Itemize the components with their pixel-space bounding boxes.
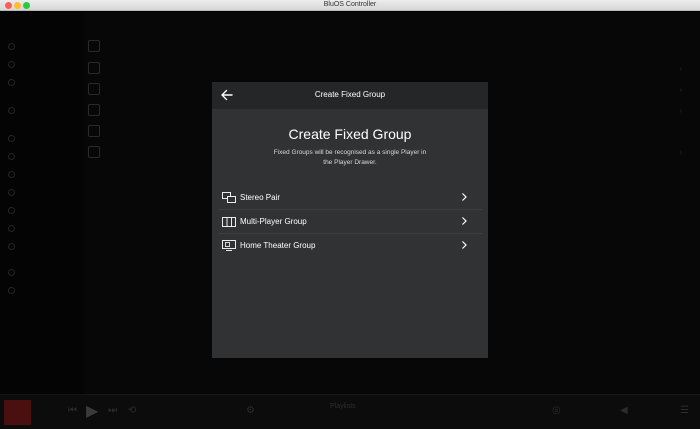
sidebar-item[interactable] (8, 266, 25, 278)
chevron-right-icon: › (679, 105, 682, 115)
queue-icon[interactable]: ☰ (680, 405, 689, 416)
chevron-right-icon: › (679, 147, 682, 157)
sidebar-item[interactable] (8, 132, 25, 144)
home-theater-icon (222, 240, 236, 251)
chevron-right-icon: › (679, 63, 682, 73)
sidebar-icon (8, 188, 15, 196)
settings-row-icon (88, 62, 100, 74)
sidebar-icon (8, 106, 15, 114)
sidebar-icon (8, 152, 15, 160)
settings-row[interactable] (88, 36, 694, 56)
player-status: Playlists (330, 403, 356, 410)
previous-track-icon[interactable]: ⏮ (68, 405, 77, 416)
sidebar-icon (8, 170, 15, 178)
sidebar-item[interactable] (8, 186, 25, 198)
settings-icon[interactable]: ⚙ (246, 405, 255, 416)
window-title: BluOS Controller (323, 1, 377, 8)
sidebar-icon (8, 206, 15, 214)
dialog-heading: Create Fixed Group (288, 126, 412, 142)
album-art[interactable] (4, 400, 31, 425)
dialog-header: Create Fixed Group (212, 82, 488, 109)
window-titlebar: BluOS Controller (0, 0, 700, 11)
stereo-pair-option[interactable]: Stereo Pair (218, 186, 482, 210)
sidebar-item[interactable] (8, 58, 25, 70)
speaker-icon[interactable]: ◎ (552, 405, 561, 416)
sidebar-item[interactable] (8, 76, 25, 88)
create-fixed-group-dialog: Create Fixed Group Create Fixed Group Fi… (212, 82, 488, 358)
settings-row[interactable]: › (88, 58, 694, 78)
sidebar-icon (8, 268, 15, 276)
play-icon[interactable]: ▶ (86, 401, 98, 421)
sidebar-icon (8, 242, 15, 250)
sidebar-icon (8, 286, 15, 294)
sidebar-item[interactable] (8, 204, 25, 216)
option-label: Multi-Player Group (240, 217, 307, 226)
dialog-header-title: Create Fixed Group (314, 90, 386, 99)
repeat-icon[interactable]: ⟲ (128, 405, 136, 416)
chevron-right-icon (462, 193, 467, 201)
option-label: Home Theater Group (240, 241, 316, 250)
sidebar-item[interactable] (8, 168, 25, 180)
stereo-pair-icon (222, 192, 236, 203)
settings-row-icon (88, 125, 100, 137)
sidebar-icon (8, 78, 15, 86)
sidebar-icon (8, 134, 15, 142)
player-bar: ⏮ ▶ ⏭ ⟲ ⚙ Playlists ◎ ◀ ☰ (0, 394, 700, 429)
settings-row-icon (88, 104, 100, 116)
option-label: Stereo Pair (240, 193, 281, 202)
description-line-1: Fixed Groups will be recognised as a sin… (273, 149, 427, 156)
sidebar (0, 12, 84, 394)
description-line-2: the Player Drawer. (323, 159, 377, 166)
chevron-right-icon (462, 241, 467, 249)
sidebar-item[interactable] (8, 40, 25, 52)
settings-row-icon (88, 83, 100, 95)
sidebar-icon (8, 42, 15, 50)
multi-player-group-option[interactable]: Multi-Player Group (218, 210, 482, 234)
chevron-right-icon (462, 217, 467, 225)
settings-row-icon (88, 40, 100, 52)
settings-row-icon (88, 146, 100, 158)
home-theater-group-option[interactable]: Home Theater Group (218, 234, 482, 258)
sidebar-item[interactable] (8, 150, 25, 162)
chevron-right-icon: › (679, 84, 682, 94)
sidebar-item[interactable] (8, 240, 25, 252)
sidebar-icon (8, 224, 15, 232)
sidebar-item[interactable] (8, 104, 25, 116)
multi-player-group-icon (222, 217, 236, 227)
volume-icon[interactable]: ◀ (620, 405, 628, 416)
sidebar-item[interactable] (8, 284, 25, 296)
sidebar-item[interactable] (8, 222, 25, 234)
next-track-icon[interactable]: ⏭ (108, 405, 117, 416)
dialog-description: Fixed Groups will be recognised as a sin… (262, 148, 438, 168)
sidebar-icon (8, 60, 15, 68)
